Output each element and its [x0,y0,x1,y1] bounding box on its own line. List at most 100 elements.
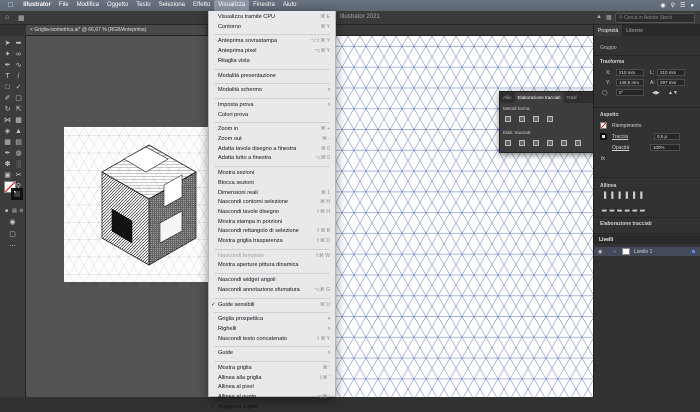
menu-item-allinea-al-punto[interactable]: Allinea al punto ⌥⌘ ' [209,393,335,402]
menu-effetto[interactable]: Effetto [189,0,214,11]
intersect-icon[interactable] [533,116,539,122]
fill-color-swatch[interactable] [600,122,607,129]
exclude-icon[interactable] [547,116,553,122]
menu-item-anteprima-pixel[interactable]: Anteprima pixel ⌥⌘ Y [209,47,335,56]
menu-item-nascondi-contorni-selezione[interactable]: Nascondi contorni selezione ⌘ H [209,198,335,207]
screen-mode-icon[interactable]: ▢ [8,231,17,239]
flip-horizontal-icon[interactable]: ◀▶ [652,90,660,96]
eyedropper-tool-icon[interactable]: ✒ [3,150,12,158]
menu-item-griglia-prospettica[interactable]: Griglia prospettica › [209,315,335,324]
menu-item-mostra-aperture-pittura-dinamica[interactable]: Mostra aperture pittura dinamica [209,261,335,270]
layer-row[interactable]: ◉ › Livello 1 [594,247,700,256]
apple-menu-icon[interactable]:  [0,0,19,11]
menu-item-nascondi-rettangolo-di-selezione[interactable]: Nascondi rettangolo di selezione ⇧⌘ B [209,227,335,236]
siri-icon[interactable]: ● [690,3,694,9]
menu-item-nascondi-template[interactable]: Nascondi template ⇧⌘ W [209,252,335,261]
height-field[interactable]: 297 mm [657,79,685,86]
merge-icon[interactable] [533,140,539,146]
menu-item-mostra-griglia[interactable]: Mostra griglia ⌘ ' [209,364,335,373]
trim-icon[interactable] [519,140,525,146]
menu-item-adatta-tutto-a-finestra[interactable]: Adatta tutto a finestra ⌥⌘ 0 [209,154,335,163]
menu-item-modalita-schermo[interactable]: Modalità schermo › [209,86,335,95]
menu-item-aggancia-a-glifo[interactable]: ✓ Aggancia a glifo [209,403,335,412]
effects-fx-icon[interactable]: fx [601,156,605,162]
menu-item-visualizza-tramite-cpu[interactable]: Visualizza tramite CPU ⌘ E [209,13,335,22]
menu-item-mostra-stampa-in-porzioni[interactable]: Mostra stampa in porzioni [209,218,335,227]
share-icon[interactable]: ▲ [596,14,602,20]
menu-visualizza[interactable]: Visualizza [214,0,250,11]
visibility-eye-icon[interactable]: ◉ [598,249,602,255]
divide-icon[interactable] [505,140,511,146]
menu-item-dimensioni-reali[interactable]: Dimensioni reali ⌘ 1 [209,189,335,198]
opacity-label[interactable]: Opacità [612,145,629,151]
line-tool-icon[interactable]: / [14,73,23,81]
minus-front-icon[interactable] [519,116,525,122]
tab-trasforma[interactable]: Trasf [564,92,580,103]
tab-proprieta[interactable]: Proprietà [594,25,623,36]
shaper-tool-icon[interactable]: ✐ [3,95,12,103]
menu-item-zoom-out[interactable]: Zoom out ⌘ - [209,135,335,144]
menu-item-adatta-tavola-disegno-a-finestra[interactable]: Adatta tavola disegno a finestra ⌘ 0 [209,145,335,154]
wifi-icon[interactable]: ◉ [660,2,665,9]
artboard-tool-icon[interactable]: ▣ [3,172,12,180]
stock-search-input[interactable]: ⚲ Cerca in Adobe Stock [615,13,695,23]
menu-item-mostra-griglia-trasparenza[interactable]: Mostra griglia trasparenza ⇧⌘ D [209,237,335,246]
curvature-tool-icon[interactable]: ∿ [14,62,23,70]
lasso-tool-icon[interactable]: ∞ [14,51,23,59]
crop-icon[interactable] [547,140,553,146]
opacity-field[interactable]: 100% [650,144,680,151]
mesh-tool-icon[interactable]: ▦ [3,139,12,147]
menu-item-nascondi-widget-angoli[interactable]: Nascondi widget angoli [209,276,335,285]
eraser-tool-icon[interactable]: ▢ [14,95,23,103]
edit-toolbar-icon[interactable]: ⋯ [8,243,17,251]
menu-testo[interactable]: Testo [132,0,154,11]
menu-item-modalita-presentazione[interactable]: Modalità presentazione [209,72,335,81]
home-icon[interactable]: ⌂ [5,14,9,21]
slice-tool-icon[interactable]: ✂ [14,172,23,180]
menu-item-nascondi-tavole-disegno[interactable]: Nascondi tavole disegno ⇧⌘ H [209,208,335,217]
search-icon[interactable]: ⚲ [671,2,675,9]
magic-wand-tool-icon[interactable]: ✦ [3,51,12,59]
blend-tool-icon[interactable]: ◍ [14,150,23,158]
free-transform-tool-icon[interactable]: ▩ [14,117,23,125]
perspective-grid-tool-icon[interactable]: ▲ [14,128,23,136]
expand-chevron-icon[interactable]: › [614,249,616,255]
rotation-field[interactable]: 0° [616,89,644,96]
stroke-weight-field[interactable]: 0,5 p [654,133,680,140]
x-field[interactable]: 210 mm [616,69,644,76]
menu-file[interactable]: File [55,0,73,11]
menu-item-zoom-in[interactable]: Zoom in ⌘ + [209,125,335,134]
menu-item-anteprima-sovrastampa[interactable]: Anteprima sovrastampa ⌥⇧⌘ Y [209,37,335,46]
menu-item-righelli[interactable]: Righelli › [209,325,335,334]
tab-allinea[interactable]: Allin [500,92,515,103]
menu-item-nascondi-testo-concatenato[interactable]: Nascondi testo concatenato ⇧⌘ Y [209,335,335,344]
scale-tool-icon[interactable]: ⇱ [14,106,23,114]
menu-item-blocca-sezioni[interactable]: Blocca sezioni [209,179,335,188]
stroke-color-swatch[interactable] [600,133,607,140]
direct-selection-tool-icon[interactable]: ➥ [14,40,23,48]
stroke-label[interactable]: Traccia [612,134,628,140]
distribute-buttons-icon[interactable]: ▂▂▂▂▂▂ [602,205,648,212]
align-buttons-icon[interactable]: ▐▐▐▐▐▐ [602,193,646,199]
unite-icon[interactable] [505,116,511,122]
shape-builder-tool-icon[interactable]: ◈ [3,128,12,136]
menu-item-guide[interactable]: Guide › [209,349,335,358]
menu-item-colori-prova[interactable]: Colori prova [209,111,335,120]
rectangle-tool-icon[interactable]: □ [3,84,12,92]
menu-item-allinea-al-pixel[interactable]: Allinea al pixel [209,383,335,392]
flip-vertical-icon[interactable]: ▲▼ [668,90,678,96]
stroke-swatch[interactable] [11,188,23,200]
selection-tool-icon[interactable]: ➤ [3,40,12,48]
draw-mode-icon[interactable]: ◉ [8,219,17,227]
grid-icon[interactable]: ▦ [606,14,612,21]
menu-modifica[interactable]: Modifica [73,0,103,11]
workspace-switcher-icon[interactable]: ▦ [18,14,25,22]
symbol-sprayer-tool-icon[interactable]: ✽ [3,161,12,169]
paintbrush-tool-icon[interactable]: ✓ [14,84,23,92]
menu-oggetto[interactable]: Oggetto [103,0,132,11]
menu-item-ritaglia-vista[interactable]: Ritaglia vista [209,57,335,66]
rotate-tool-icon[interactable]: ↻ [3,106,12,114]
control-center-icon[interactable]: ☰ [680,2,685,9]
menu-item-guide-sensibili[interactable]: ✓ Guide sensibili ⌘ U [209,301,335,310]
tab-librerie[interactable]: Librerie [622,25,647,36]
